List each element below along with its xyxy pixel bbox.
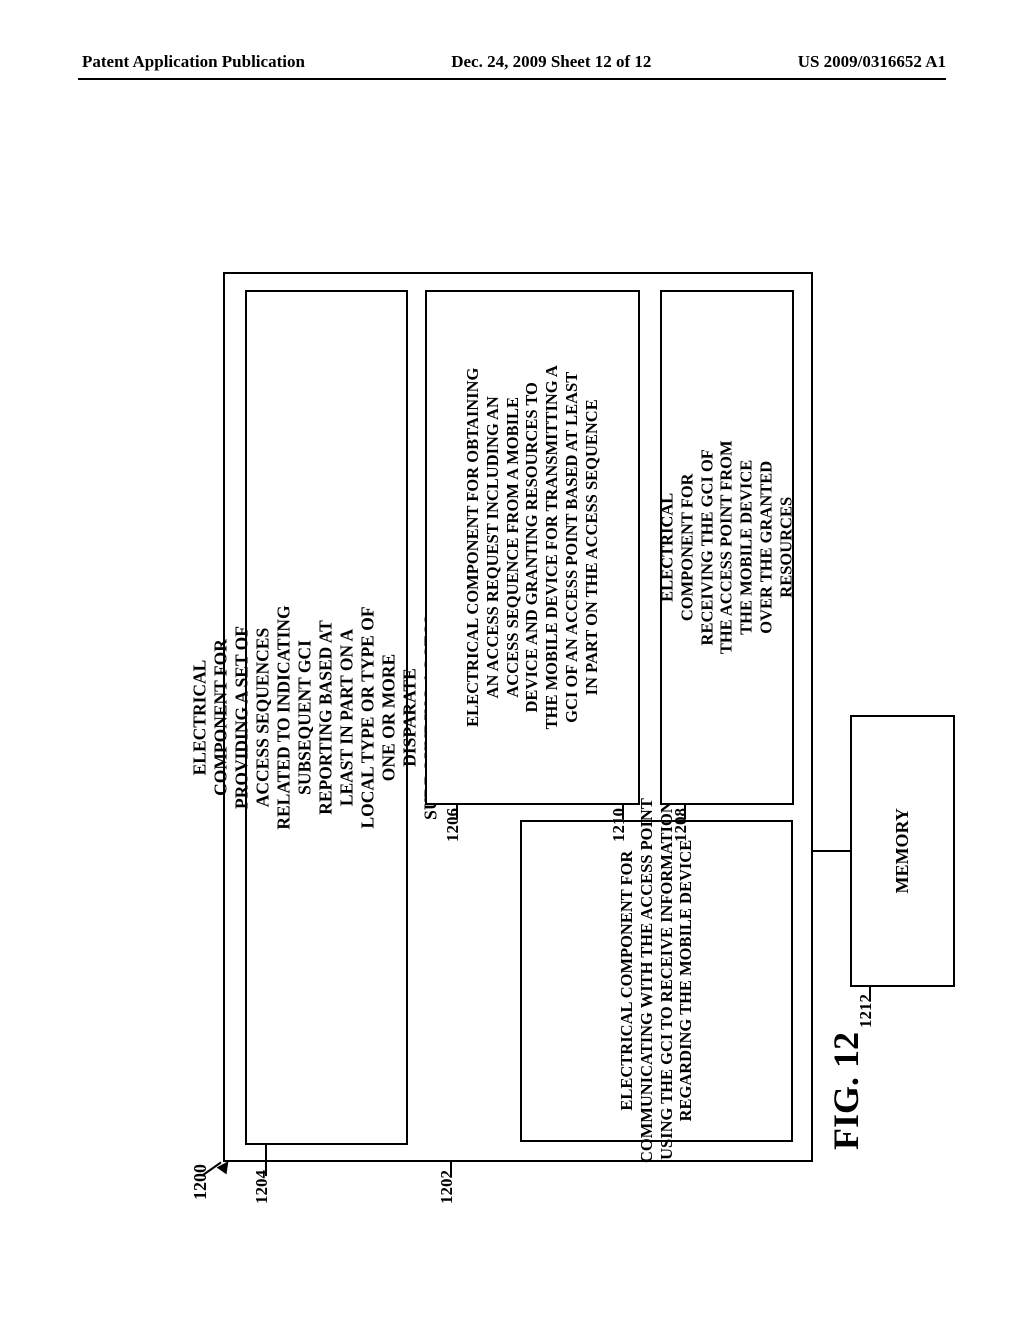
- ref-1208: 1208: [671, 808, 691, 842]
- arrow-1200-icon: [203, 1158, 235, 1190]
- header-center: Dec. 24, 2009 Sheet 12 of 12: [451, 52, 651, 72]
- figure-label: FIG. 12: [825, 1032, 867, 1150]
- component-1204: ELECTRICAL COMPONENT FOR PROVIDING A SET…: [245, 290, 408, 1145]
- component-1208: ELECTRICAL COMPONENT FOR RECEIVING THE G…: [660, 290, 794, 805]
- component-1210-text: ELECTRICAL COMPONENT FOR COMMUNICATING W…: [617, 799, 696, 1164]
- component-1206: ELECTRICAL COMPONENT FOR OBTAINING AN AC…: [425, 290, 640, 805]
- component-1210: ELECTRICAL COMPONENT FOR COMMUNICATING W…: [520, 820, 793, 1142]
- ref-1204: 1204: [252, 1170, 272, 1204]
- memory-1212-text: MEMORY: [892, 808, 914, 893]
- header-right: US 2009/0316652 A1: [798, 52, 946, 72]
- memory-1212: MEMORY: [850, 715, 955, 987]
- ref-1202: 1202: [437, 1170, 457, 1204]
- ref-1212: 1212: [856, 994, 876, 1028]
- header-rule: [78, 78, 946, 80]
- component-1208-text: ELECTRICAL COMPONENT FOR RECEIVING THE G…: [658, 441, 797, 655]
- component-1206-text: ELECTRICAL COMPONENT FOR OBTAINING AN AC…: [463, 365, 602, 729]
- ref-1210: 1210: [609, 808, 629, 842]
- component-1204-text: ELECTRICAL COMPONENT FOR PROVIDING A SET…: [190, 605, 463, 829]
- ref-1206: 1206: [443, 808, 463, 842]
- diagram: 1200 ELECTRICAL COMPONENT FOR PROVIDING …: [95, 120, 915, 1230]
- header-left: Patent Application Publication: [82, 52, 305, 72]
- connector-1202-1212: [813, 850, 850, 852]
